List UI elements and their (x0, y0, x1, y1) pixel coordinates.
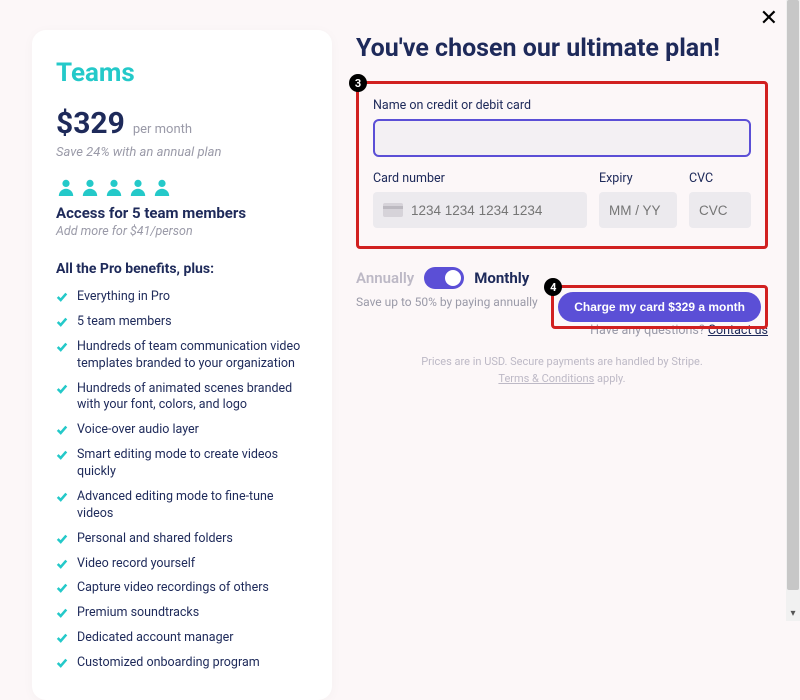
annual-savings: Save 24% with an annual plan (56, 145, 308, 160)
benefit-text: Hundreds of team communication video tem… (77, 339, 308, 373)
benefit-text: Hundreds of animated scenes branded with… (77, 381, 308, 415)
access-subtitle: Add more for $41/person (56, 224, 308, 239)
terms-link[interactable]: Terms & Conditions (498, 372, 594, 385)
benefits-heading: All the Pro benefits, plus: (56, 261, 308, 277)
vertical-scrollbar[interactable]: ▾ (786, 0, 800, 621)
list-item: Everything in Pro (56, 289, 308, 306)
footer-apply: apply. (594, 372, 625, 385)
check-icon (56, 383, 68, 395)
person-icon (152, 178, 172, 196)
benefit-text: Smart editing mode to create videos quic… (77, 447, 308, 481)
check-icon (56, 316, 68, 328)
billing-toggle[interactable] (424, 267, 464, 289)
list-item: Hundreds of animated scenes branded with… (56, 381, 308, 415)
card-number-label: Card number (373, 171, 587, 186)
benefit-text: Advanced editing mode to fine-tune video… (77, 489, 308, 523)
benefit-text: Everything in Pro (77, 289, 170, 306)
list-item: Voice-over audio layer (56, 422, 308, 439)
cvc-field[interactable] (689, 192, 751, 228)
list-item: Personal and shared folders (56, 531, 308, 548)
list-item: Premium soundtracks (56, 605, 308, 622)
benefit-text: Customized onboarding program (77, 655, 260, 672)
charge-card-button[interactable]: Charge my card $329 a month (558, 292, 761, 322)
team-members-icons (56, 178, 308, 196)
list-item: Hundreds of team communication video tem… (56, 339, 308, 373)
payment-form-highlight: 3 Name on credit or debit card Card numb… (356, 81, 768, 249)
plan-card: Teams $329 per month Save 24% with an an… (32, 30, 332, 700)
cardholder-name-input[interactable] (373, 119, 751, 157)
access-title: Access for 5 team members (56, 204, 308, 222)
check-icon (56, 491, 68, 503)
charge-button-highlight: 4 Charge my card $329 a month (551, 285, 768, 329)
expiry-field[interactable] (599, 192, 677, 228)
credit-card-icon (383, 203, 403, 217)
plan-name: Teams (56, 58, 308, 88)
person-icon (104, 178, 124, 196)
benefit-text: 5 team members (77, 314, 172, 331)
list-item: Smart editing mode to create videos quic… (56, 447, 308, 481)
list-item: Advanced editing mode to fine-tune video… (56, 489, 308, 523)
list-item: 5 team members (56, 314, 308, 331)
plan-period: per month (133, 122, 192, 137)
check-icon (56, 558, 68, 570)
list-item: Capture video recordings of others (56, 580, 308, 597)
check-icon (56, 424, 68, 436)
benefits-list: Everything in Pro 5 team members Hundred… (56, 289, 308, 672)
callout-badge-3: 3 (349, 74, 367, 92)
check-icon (56, 582, 68, 594)
page-title: You've chosen our ultimate plan! (356, 34, 768, 63)
check-icon (56, 607, 68, 619)
person-icon (80, 178, 100, 196)
list-item: Dedicated account manager (56, 630, 308, 647)
list-item: Customized onboarding program (56, 655, 308, 672)
name-label: Name on credit or debit card (373, 98, 751, 113)
benefit-text: Premium soundtracks (77, 605, 199, 622)
person-icon (56, 178, 76, 196)
plan-price: $329 (56, 106, 125, 141)
cvc-input[interactable] (699, 203, 741, 218)
check-icon (56, 341, 68, 353)
benefit-text: Dedicated account manager (77, 630, 233, 647)
expiry-input[interactable] (609, 203, 667, 218)
check-icon (56, 657, 68, 669)
chevron-down-icon[interactable]: ▾ (786, 608, 800, 619)
person-icon (128, 178, 148, 196)
list-item: Video record yourself (56, 556, 308, 573)
callout-badge-4: 4 (544, 278, 562, 296)
benefit-text: Video record yourself (77, 556, 195, 573)
benefit-text: Voice-over audio layer (77, 422, 199, 439)
card-number-input[interactable] (411, 203, 577, 218)
billing-monthly-label[interactable]: Monthly (474, 269, 529, 287)
footer-stripe-note: Prices are in USD. Secure payments are h… (356, 354, 768, 371)
card-number-field[interactable] (373, 192, 587, 228)
check-icon (56, 449, 68, 461)
scrollbar-thumb[interactable] (787, 0, 799, 590)
billing-annually-label[interactable]: Annually (356, 269, 414, 287)
cvc-label: CVC (689, 171, 751, 186)
benefit-text: Capture video recordings of others (77, 580, 269, 597)
check-icon (56, 632, 68, 644)
check-icon (56, 291, 68, 303)
close-icon[interactable]: ✕ (760, 6, 778, 31)
expiry-label: Expiry (599, 171, 677, 186)
benefit-text: Personal and shared folders (77, 531, 233, 548)
check-icon (56, 533, 68, 545)
